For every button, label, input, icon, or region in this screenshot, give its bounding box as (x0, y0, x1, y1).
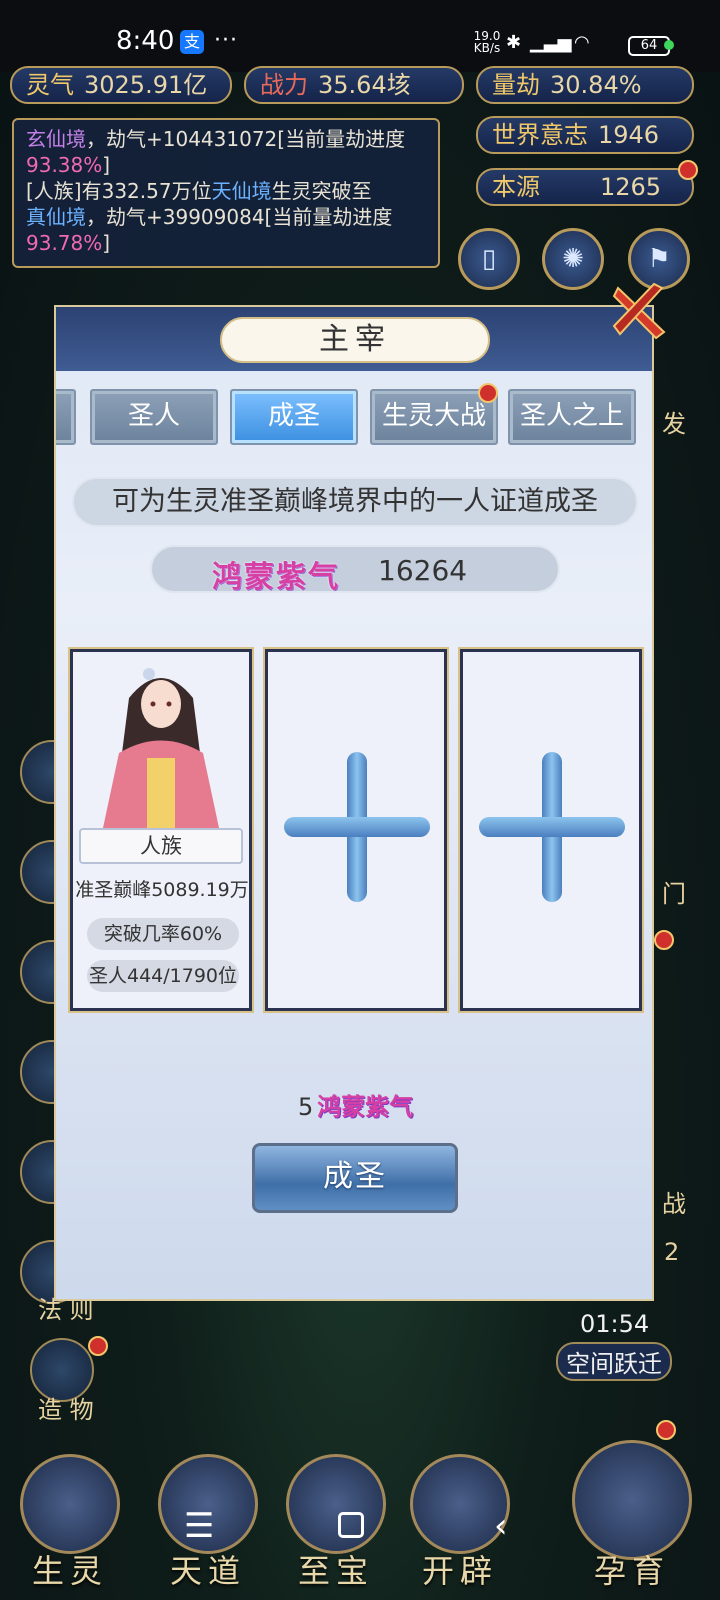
nav-treasure[interactable]: 至宝 (276, 1440, 396, 1600)
shijie-stat[interactable]: 世界意志 1946 (476, 116, 694, 154)
creation-label: 造 物 (38, 1396, 94, 1424)
back-icon[interactable]: ‹ (494, 1506, 508, 1546)
bluetooth-icon: ✱ (506, 32, 522, 53)
space-jump-button[interactable]: 空间跃迁 (556, 1342, 672, 1381)
speed-unit: KB/s (473, 41, 501, 55)
event-log: 玄仙境，劫气+104431072[当前量劫进度93.38%] [人族]有332.… (12, 118, 440, 268)
description: 可为生灵准圣巅峰境界中的一人证道成圣 (72, 477, 638, 527)
book-icon[interactable]: ▯ (458, 228, 520, 290)
network-speed: 19.0 KB/s (470, 30, 504, 54)
zhanli-stat[interactable]: 战力 35.64垓 (244, 66, 464, 104)
shijie-label: 世界意志 (492, 121, 588, 149)
zhanli-label: 战力 (260, 71, 308, 99)
saint-count: 圣人444/1790位 (87, 960, 239, 992)
log-text-end: ] (102, 153, 111, 177)
log-text: [人族]有332.57万位 (26, 179, 212, 203)
vortex-icon[interactable]: ✺ (542, 228, 604, 290)
lingqi-label: 灵气 (26, 71, 74, 99)
nav-label: 天道 (169, 1552, 246, 1590)
log-text-end: ] (102, 231, 111, 255)
nurture-alert-dot (656, 1420, 676, 1440)
menu-icon[interactable]: ☰ (184, 1506, 214, 1546)
home-icon[interactable] (338, 1512, 364, 1538)
log-line-1: 玄仙境，劫气+104431072[当前量劫进度93.38%] (26, 126, 426, 178)
currency-display: 鸿蒙紫气 16264 (150, 545, 560, 595)
nurture-icon (572, 1440, 692, 1560)
realm-text: 玄仙境 (26, 127, 86, 151)
status-dot (664, 40, 674, 50)
ruler-dialog: 主宰 圣人 成圣 生灵大战 圣人之上 可为生灵准圣巅峰境界中的一人证道成圣 鸿蒙… (54, 305, 654, 1301)
tab-saint[interactable]: 圣人 (90, 389, 218, 445)
right-alert-dot (654, 930, 674, 950)
liangjie-label: 量劫 (492, 71, 540, 99)
nav-label: 开辟 (421, 1552, 498, 1590)
benyuan-label: 本源 (492, 173, 540, 201)
progress-text: 93.78% (26, 231, 103, 255)
character-portrait (79, 658, 243, 828)
realm-text: 真仙境 (26, 205, 86, 229)
candidate-slot-1[interactable]: 人族 准圣巅峰5089.19万 突破几率60% 圣人444/1790位 (68, 647, 254, 1013)
lingqi-stat[interactable]: 灵气 3025.91亿 (10, 66, 232, 104)
zhanli-value: 35.64垓 (318, 71, 411, 99)
currency-name: 鸿蒙紫气 (212, 560, 340, 595)
log-line-2: [人族]有332.57万位天仙境生灵突破至真仙境，劫气+39909084[当前量… (26, 178, 426, 256)
close-icon[interactable] (610, 282, 670, 342)
candidate-slot-2[interactable] (263, 647, 449, 1013)
dialog-title: 主宰 (220, 317, 490, 363)
nav-label: 孕育 (593, 1552, 670, 1590)
tab-alert-dot (478, 383, 498, 403)
become-saint-button[interactable]: 成圣 (252, 1143, 458, 1213)
cost-display: 5 鸿蒙紫气 (298, 1087, 413, 1122)
creation-alert-dot (88, 1336, 108, 1356)
right-label-zhan: 战 (662, 1190, 686, 1218)
nav-nurture[interactable]: 孕育 (562, 1440, 702, 1600)
countdown-timer: 01:54 (580, 1310, 650, 1338)
nav-label: 至宝 (297, 1552, 374, 1590)
flag-icon[interactable]: ⚑ (628, 228, 690, 290)
currency-value: 16264 (378, 554, 468, 587)
candidate-slot-3[interactable] (458, 647, 644, 1013)
cost-amount: 5 (298, 1093, 314, 1121)
benyuan-stat[interactable]: 本源 1265 (476, 168, 694, 206)
breakthrough-rate: 突破几率60% (87, 918, 239, 950)
log-text: ，劫气+104431072[当前量劫进度 (86, 127, 406, 151)
clock: 8:40 (116, 26, 175, 56)
nav-creatures[interactable]: 生灵 (10, 1440, 130, 1600)
add-icon-horizontal (479, 817, 625, 837)
benyuan-alert-dot (678, 160, 698, 180)
realm-text: 天仙境 (211, 179, 272, 203)
signal-icon: ▁▃▅ (530, 32, 572, 53)
progress-text: 93.38% (26, 153, 103, 177)
tab-hidden-left[interactable] (56, 389, 76, 445)
status-bar: 8:40 支 ··· 19.0 KB/s ✱ ▁▃▅ ◠ 64 (0, 0, 720, 72)
log-text: ，劫气+39909084[当前量劫进度 (86, 205, 393, 229)
right-label-fa: 发 (662, 410, 686, 438)
creatures-icon (20, 1454, 120, 1554)
liangjie-value: 30.84% (550, 71, 642, 99)
lingqi-value: 3025.91亿 (84, 71, 208, 99)
shijie-value: 1946 (598, 121, 660, 149)
log-text: 生灵突破至 (271, 179, 372, 203)
treasure-icon (286, 1454, 386, 1554)
right-label-men: 门 (662, 880, 686, 908)
right-badge-count: 2 (664, 1238, 680, 1266)
benyuan-value: 1265 (600, 173, 662, 201)
wifi-icon: ◠ (574, 32, 590, 53)
race-tag: 人族 (79, 828, 243, 864)
nav-label: 生灵 (31, 1552, 108, 1590)
liangjie-stat[interactable]: 量劫 30.84% (476, 66, 694, 104)
realm-count: 准圣巅峰5089.19万 (75, 879, 249, 901)
tab-become-saint[interactable]: 成圣 (230, 389, 358, 445)
add-icon-horizontal (284, 817, 430, 837)
alipay-icon: 支 (180, 30, 204, 54)
more-notifications-icon: ··· (214, 28, 238, 53)
tab-beyond-saint[interactable]: 圣人之上 (508, 389, 636, 445)
cost-currency: 鸿蒙紫气 (317, 1093, 414, 1121)
